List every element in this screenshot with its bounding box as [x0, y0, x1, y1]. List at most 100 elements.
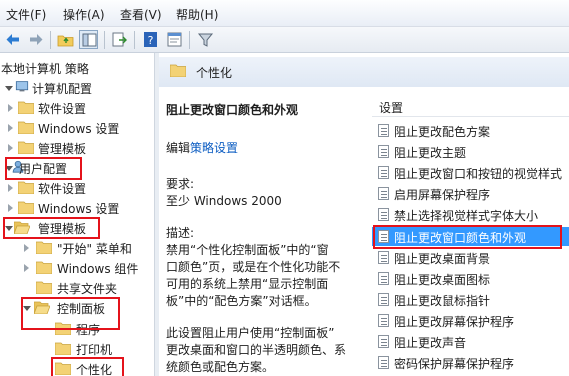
setting-name: 密码保护屏幕保护程序: [394, 357, 515, 371]
expanded-arrow-icon[interactable]: [5, 86, 13, 91]
setting-name: 阻止更改屏幕保护程序: [394, 315, 515, 329]
menu-action[interactable]: 操作(A): [63, 6, 105, 23]
policy-icon: [378, 208, 389, 221]
annotation-box: [5, 157, 82, 180]
filter-icon[interactable]: [196, 30, 215, 49]
collapsed-arrow-icon[interactable]: [8, 124, 13, 132]
up-folder-icon[interactable]: [56, 30, 75, 49]
description-line: 可用的系统上禁用“显示控制面: [166, 277, 329, 291]
annotation-box: [3, 217, 100, 239]
toolbar: ?: [0, 27, 569, 53]
menu-view[interactable]: 查看(V): [120, 6, 162, 23]
tree-item-admin-templates[interactable]: 管理模板: [0, 139, 150, 157]
menu-help[interactable]: 帮助(H): [176, 6, 218, 23]
folder-icon: [36, 281, 52, 294]
description-line: 统颜色或配色方案。: [166, 360, 275, 374]
policy-settings-link[interactable]: 策略设置: [190, 141, 238, 155]
console-tree: 本地计算机 策略 计算机配置 软件设置 Windows 设置 管理模板 用户配置…: [0, 53, 155, 376]
menu-file[interactable]: 文件(F): [6, 6, 46, 23]
menu-bar: 文件(F) 操作(A) 查看(V) 帮助(H): [0, 0, 569, 27]
setting-name: 启用屏幕保护程序: [394, 188, 491, 202]
list-item[interactable]: 阻止更改屏幕保护程序: [372, 311, 569, 330]
back-icon[interactable]: [4, 30, 23, 49]
policy-icon: [378, 314, 389, 327]
tree-item-windows-settings[interactable]: Windows 设置: [0, 119, 150, 137]
list-item[interactable]: 阻止更改鼠标指针: [372, 290, 569, 309]
setting-name: 阻止更改声音: [394, 336, 467, 350]
folder-icon: [55, 342, 71, 355]
tree-item-shared-folders[interactable]: 共享文件夹: [0, 279, 150, 297]
collapsed-arrow-icon[interactable]: [24, 244, 29, 252]
collapsed-arrow-icon[interactable]: [8, 204, 13, 212]
setting-name: 阻止更改鼠标指针: [394, 294, 491, 308]
show-hide-tree-icon[interactable]: [79, 30, 98, 49]
requirements-value: 至少 Windows 2000: [166, 194, 282, 208]
folder-icon: [18, 121, 34, 134]
list-item[interactable]: 密码保护屏幕保护程序: [372, 353, 569, 372]
edit-prefix: 编辑: [166, 141, 191, 155]
tree-item-software-settings[interactable]: 软件设置: [0, 99, 150, 117]
forward-icon[interactable]: [26, 30, 45, 49]
toolbar-separator: [189, 31, 190, 49]
tree-item-software-settings[interactable]: 软件设置: [0, 179, 150, 197]
settings-list: 设置 阻止更改配色方案 阻止更改主题 阻止更改窗口和按钮的视觉样式 启用屏幕保护…: [372, 90, 569, 376]
setting-name: 阻止更改主题: [394, 146, 467, 160]
list-item[interactable]: 阻止更改配色方案: [372, 121, 569, 140]
tree-item-windows-components[interactable]: Windows 组件: [0, 259, 150, 277]
folder-icon: [18, 141, 34, 154]
export-list-icon[interactable]: [110, 30, 129, 49]
policy-icon: [378, 293, 389, 306]
computer-icon: [15, 81, 29, 92]
tree-item-computer-config[interactable]: 计算机配置: [0, 79, 150, 97]
annotation-box: [373, 225, 562, 249]
folder-icon: [36, 241, 52, 254]
tree-label: "开始" 菜单和: [57, 242, 132, 256]
requirements-label: 要求:: [166, 177, 195, 191]
list-item[interactable]: 阻止更改主题: [372, 142, 569, 161]
policy-icon: [378, 356, 389, 369]
tree-item-start-menu[interactable]: "开始" 菜单和: [0, 239, 150, 257]
toolbar-separator: [50, 31, 51, 49]
settings-column-header[interactable]: 设置: [372, 90, 569, 117]
list-item[interactable]: 阻止更改声音: [372, 332, 569, 351]
annotation-box: [51, 357, 124, 376]
setting-name: 阻止更改桌面背景: [394, 252, 491, 266]
folder-icon: [36, 261, 52, 274]
setting-name: 阻止更改配色方案: [394, 125, 491, 139]
policy-icon: [378, 272, 389, 285]
svg-text:?: ?: [148, 34, 154, 47]
description-line: 板”中的“配色方案”对话框。: [166, 294, 317, 308]
tree-label: 共享文件夹: [57, 282, 118, 296]
tree-label: 软件设置: [38, 182, 87, 196]
toolbar-separator: [104, 31, 105, 49]
tree-label: 软件设置: [38, 102, 87, 116]
tree-label: 管理模板: [38, 142, 87, 156]
collapsed-arrow-icon[interactable]: [8, 184, 13, 192]
tree-item-windows-settings[interactable]: Windows 设置: [0, 199, 150, 217]
extended-description: 阻止更改窗口颜色和外观 编辑策略设置 要求: 至少 Windows 2000 描…: [159, 90, 369, 376]
tree-label: Windows 设置: [38, 202, 120, 216]
properties-icon[interactable]: [165, 30, 184, 49]
tree-item-printers[interactable]: 打印机: [0, 340, 150, 358]
settings-header-label: 设置: [379, 101, 404, 115]
list-item[interactable]: 启用屏幕保护程序: [372, 184, 569, 203]
list-item[interactable]: 阻止更改桌面背景: [372, 248, 569, 267]
tree-label: 计算机配置: [32, 82, 93, 96]
description-line: 更改桌面和窗口的半透明颜色、系: [166, 343, 347, 357]
policy-icon: [378, 124, 389, 137]
details-header: 个性化: [159, 57, 569, 87]
policy-icon: [378, 251, 389, 264]
description-line: 禁用“个性化控制面板”中的“窗: [166, 243, 329, 257]
annotation-box: [21, 297, 120, 330]
list-item[interactable]: 阻止更改桌面图标: [372, 269, 569, 288]
tree-label: 打印机: [76, 343, 113, 357]
collapsed-arrow-icon[interactable]: [24, 264, 29, 272]
collapsed-arrow-icon[interactable]: [8, 144, 13, 152]
list-item[interactable]: 禁止选择视觉样式字体大小: [372, 205, 569, 224]
list-item[interactable]: 阻止更改窗口和按钮的视觉样式: [372, 163, 569, 182]
collapsed-arrow-icon[interactable]: [8, 104, 13, 112]
folder-icon: [18, 201, 34, 214]
policy-icon: [378, 166, 389, 179]
setting-name: 禁止选择视觉样式字体大小: [394, 209, 539, 223]
help-icon[interactable]: ?: [141, 30, 160, 49]
